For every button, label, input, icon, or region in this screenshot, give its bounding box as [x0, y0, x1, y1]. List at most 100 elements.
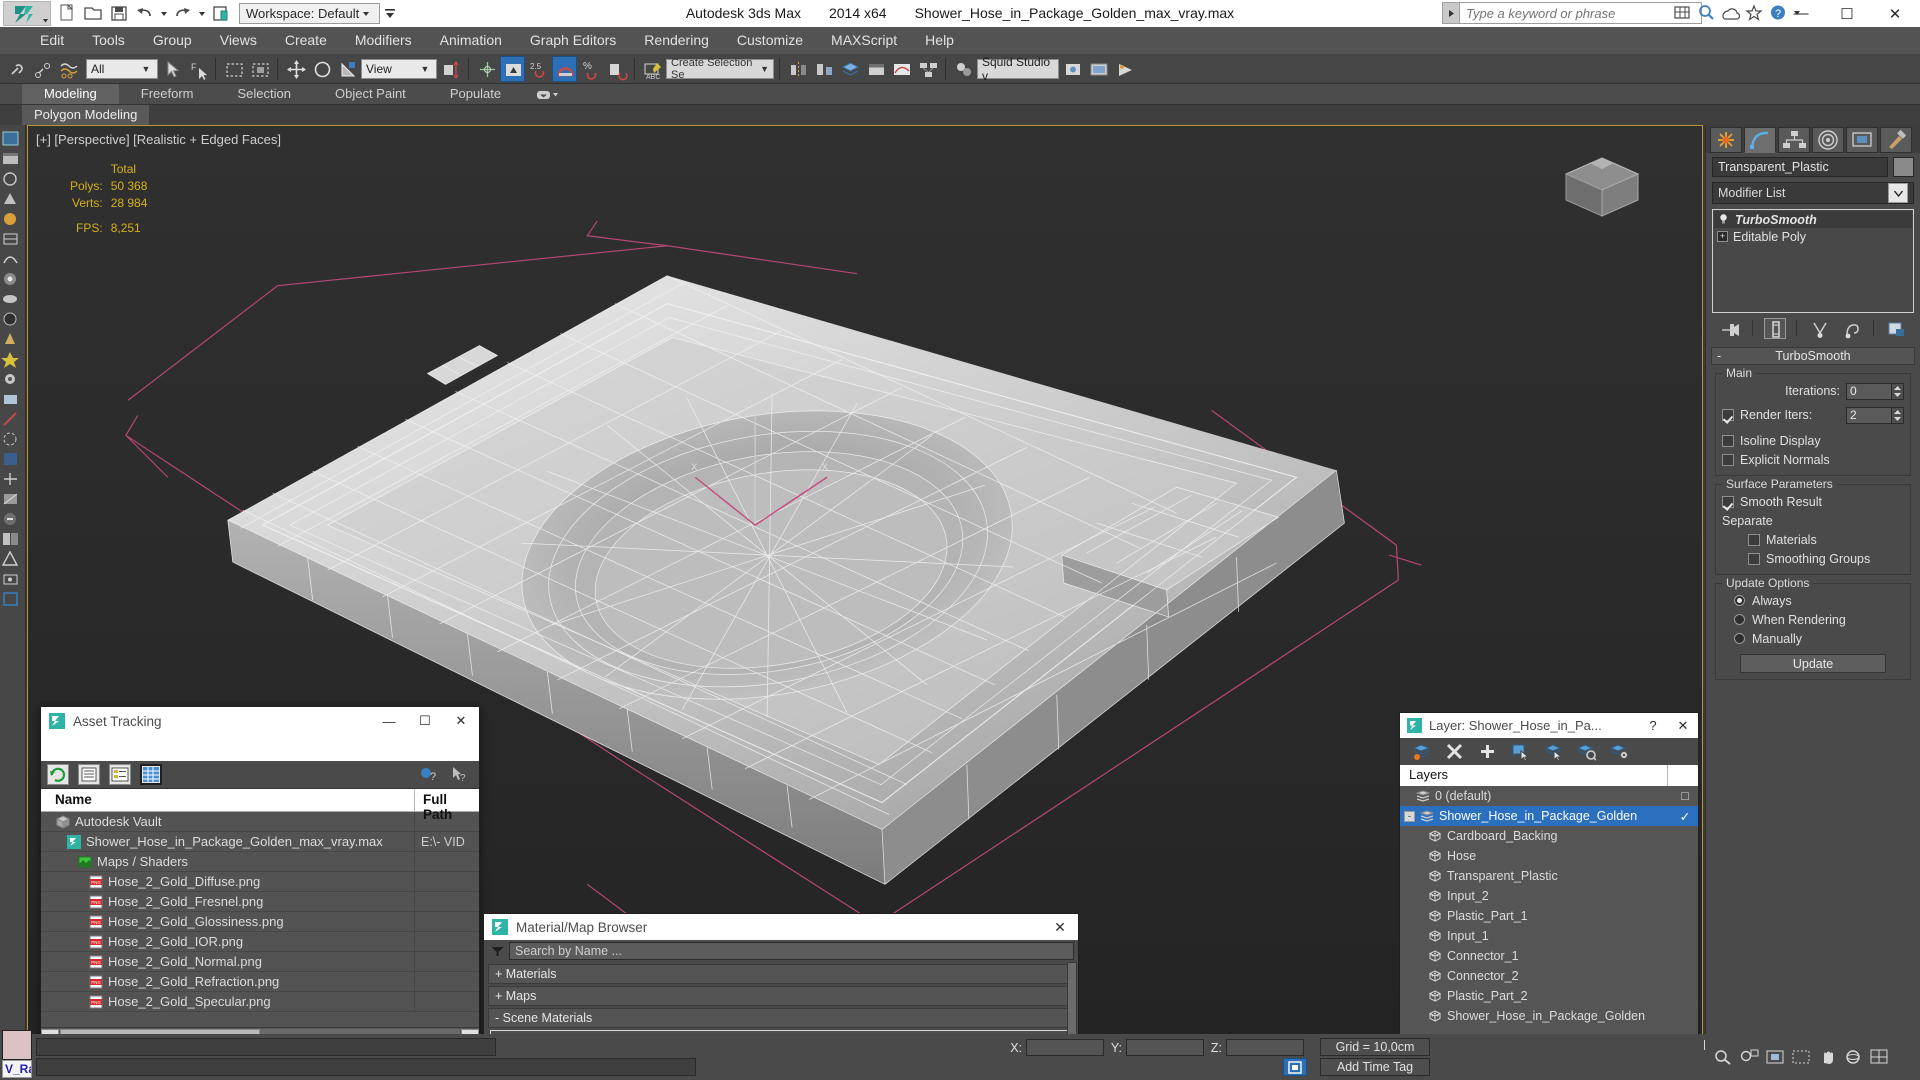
select-highlighted-layer-icon[interactable] [1544, 742, 1563, 761]
material-browser-close-button[interactable]: ✕ [1042, 914, 1078, 940]
render-iters-checkbox[interactable] [1722, 409, 1734, 421]
layer-row[interactable]: - Shower_Hose_in_Package_Golden ✓ [1400, 806, 1698, 826]
remove-modifier-icon[interactable] [1840, 318, 1862, 339]
asset-tracking-title-bar[interactable]: Asset Tracking — ☐ ✕ [41, 707, 479, 735]
select-object-icon[interactable] [159, 56, 184, 82]
left-tool-16-icon[interactable] [0, 429, 25, 449]
graphite-toggle-icon[interactable] [863, 56, 888, 82]
view-cube[interactable] [1554, 148, 1650, 234]
unlink-icon[interactable] [30, 56, 55, 82]
create-new-layer-icon[interactable] [1412, 742, 1431, 761]
left-tool-22-icon[interactable] [0, 549, 25, 569]
x-coordinate[interactable]: X: [1010, 1038, 1104, 1057]
add-time-tag-button[interactable]: Add Time Tag [1320, 1058, 1430, 1076]
asset-row[interactable]: PNG Hose_2_Gold_Refraction.png [41, 971, 479, 992]
update-always-radio[interactable] [1734, 595, 1745, 606]
layer-help-button[interactable]: ? [1638, 713, 1668, 738]
autodesk-360-icon[interactable] [1720, 2, 1740, 23]
smooth-result-row[interactable]: Smooth Result [1722, 492, 1904, 511]
percent-snap-icon[interactable]: 2.5 [526, 56, 551, 82]
column-header-full-path[interactable]: Full Path [415, 789, 479, 822]
menu-item-graph-editors[interactable]: Graph Editors [516, 27, 630, 54]
menu-item-edit[interactable]: Edit [26, 27, 78, 54]
selection-filter-combo[interactable]: All ▼ [86, 58, 158, 79]
modifier-list-chevron-down-icon[interactable] [1888, 183, 1908, 203]
layer-manager-icon[interactable] [837, 56, 862, 82]
qat-overflow-icon[interactable] [382, 3, 398, 24]
select-objects-in-layer-icon[interactable] [1511, 742, 1530, 761]
rollout-collapse-icon[interactable]: - [1717, 349, 1721, 363]
percent-snap-toggle-icon[interactable]: % [578, 56, 603, 82]
layer-row[interactable]: 0 (default) □ [1400, 786, 1698, 806]
left-tool-8-icon[interactable] [0, 269, 25, 289]
key-mode-toggle-icon[interactable] [1283, 1058, 1307, 1076]
separate-materials-row[interactable]: Materials [1722, 530, 1904, 549]
left-tool-24-icon[interactable] [0, 589, 25, 609]
schematic-view-icon[interactable] [915, 56, 940, 82]
asset-row[interactable]: Shower_Hose_in_Package_Golden_max_vray.m… [41, 831, 479, 852]
separate-smoothing-groups-row[interactable]: Smoothing Groups [1722, 549, 1904, 568]
select-by-name-icon[interactable]: F [185, 56, 210, 82]
asset-row[interactable]: PNG Hose_2_Gold_Specular.png [41, 991, 479, 1012]
asset-row[interactable]: PNG Hose_2_Gold_Diffuse.png [41, 871, 479, 892]
bind-space-warp-icon[interactable] [56, 56, 81, 82]
asset-row[interactable]: PNG Hose_2_Gold_IOR.png [41, 931, 479, 952]
ribbon-tab-selection[interactable]: Selection [216, 84, 313, 104]
pan-view-icon[interactable] [1815, 1047, 1839, 1067]
align-icon[interactable] [811, 56, 836, 82]
layer-row[interactable]: Shower_Hose_in_Package_Golden [1400, 1006, 1698, 1026]
column-header-layers[interactable]: Layers [1400, 765, 1668, 786]
menu-item-animation[interactable]: Animation [426, 27, 516, 54]
delete-layer-icon[interactable] [1445, 742, 1464, 761]
hierarchy-tab[interactable] [1778, 127, 1810, 153]
left-tool-21-icon[interactable] [0, 529, 25, 549]
reference-coordinate-chevron-down-icon[interactable]: ▼ [418, 64, 432, 74]
snaps-toggle-icon[interactable] [474, 56, 499, 82]
menu-item-views[interactable]: Views [206, 27, 271, 54]
left-tool-10-icon[interactable] [0, 309, 25, 329]
left-tool-1-icon[interactable] [0, 129, 25, 149]
y-coordinate[interactable]: Y: [1110, 1038, 1204, 1057]
project-folder-icon[interactable] [209, 2, 233, 25]
menu-item-customize[interactable]: Customize [723, 27, 817, 54]
modifier-list-combo[interactable]: Modifier List [1712, 182, 1914, 204]
layer-list[interactable]: 0 (default) □ - Shower_Hose_in_Package_Gold… [1400, 786, 1698, 1036]
asset-close-button[interactable]: ✕ [443, 707, 479, 735]
expand-plus-icon[interactable]: + [1717, 231, 1728, 242]
layer-row[interactable]: Connector_1 [1400, 946, 1698, 966]
orbit-icon[interactable] [1841, 1047, 1865, 1067]
rendered-frame-window-icon[interactable] [1086, 56, 1111, 82]
open-file-icon[interactable] [81, 2, 105, 25]
separate-materials-checkbox[interactable] [1748, 533, 1760, 546]
menu-item-group[interactable]: Group [139, 27, 206, 54]
left-tool-11-icon[interactable] [0, 329, 25, 349]
redo-icon[interactable] [171, 2, 195, 25]
smooth-result-checkbox[interactable] [1722, 495, 1734, 508]
display-tab[interactable] [1846, 127, 1878, 153]
z-coordinate[interactable]: Z: [1210, 1038, 1304, 1057]
menu-item-rendering[interactable]: Rendering [630, 27, 723, 54]
layer-row[interactable]: Input_2 [1400, 886, 1698, 906]
scene-materials-section[interactable]: - Scene Materials [488, 1008, 1074, 1028]
y-field[interactable] [1126, 1039, 1204, 1056]
search-input[interactable] [1460, 2, 1702, 24]
column-header-visibility[interactable] [1668, 765, 1698, 786]
rectangular-selection-region-icon[interactable] [221, 56, 246, 82]
asset-row[interactable]: Maps / Shaders [41, 851, 479, 872]
layer-row[interactable]: Connector_2 [1400, 966, 1698, 986]
menu-item-maxscript[interactable]: MAXScript [817, 27, 911, 54]
maximize-button[interactable]: ☐ [1824, 0, 1870, 27]
ribbon-subtab-polygon-modeling[interactable]: Polygon Modeling [22, 105, 150, 125]
motion-tab[interactable] [1812, 127, 1844, 153]
isoline-display-row[interactable]: Isoline Display [1722, 431, 1904, 450]
ribbon-tab-freeform[interactable]: Freeform [119, 84, 216, 104]
select-and-move-icon[interactable] [283, 56, 308, 82]
select-and-rotate-icon[interactable] [309, 56, 334, 82]
close-button[interactable]: ✕ [1870, 0, 1920, 27]
add-selection-icon[interactable] [1478, 742, 1497, 761]
app-logo-button[interactable] [3, 1, 51, 26]
column-header-name[interactable]: Name [41, 789, 415, 811]
render-production-icon[interactable] [1112, 56, 1137, 82]
object-color-swatch[interactable] [1893, 157, 1914, 177]
layer-row[interactable]: Input_1 [1400, 926, 1698, 946]
